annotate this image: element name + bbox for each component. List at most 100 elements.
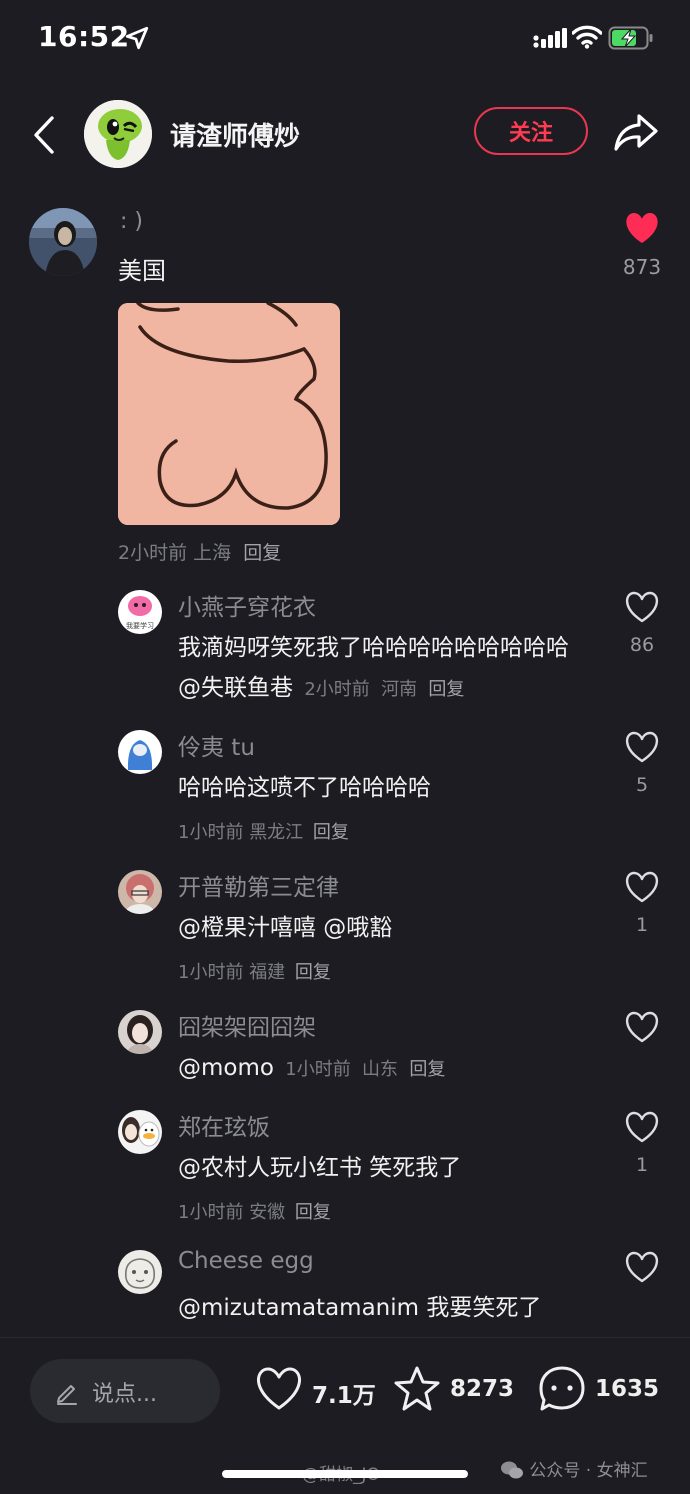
reply-location: 福建 bbox=[249, 962, 286, 983]
cellular-signal-icon bbox=[533, 28, 567, 48]
mention-link[interactable]: @失联鱼巷 bbox=[178, 675, 293, 701]
reply-time: 2小时前 bbox=[304, 679, 370, 700]
reply-username[interactable]: Cheese egg bbox=[178, 1248, 314, 1274]
reply-avatar[interactable] bbox=[118, 730, 162, 774]
person-photo-icon bbox=[29, 208, 97, 276]
reply-time: 1小时前 bbox=[178, 962, 244, 983]
comment-time: 2小时前 bbox=[118, 542, 188, 564]
heart-outline-icon[interactable] bbox=[624, 1110, 660, 1144]
status-time: 16:52 bbox=[38, 20, 130, 53]
reply-text: 我滴妈呀笑死我了哈哈哈哈哈哈哈哈哈 bbox=[178, 635, 569, 661]
like-total: 7.1万 bbox=[312, 1383, 376, 1409]
author-avatar[interactable] bbox=[84, 100, 152, 168]
reply-like-count: 1 bbox=[635, 914, 649, 936]
reply-location: 黑龙江 bbox=[249, 822, 304, 843]
wechat-icon bbox=[501, 1461, 523, 1479]
girl-photo-avatar-icon bbox=[118, 1010, 162, 1054]
comment-location: 上海 bbox=[193, 542, 232, 564]
reply-text: @农村人玩小红书 笑死我了 bbox=[178, 1155, 462, 1181]
reply-button[interactable]: 回复 bbox=[295, 962, 331, 983]
heart-outline-icon[interactable] bbox=[624, 730, 660, 764]
reply-location: 安徽 bbox=[249, 1202, 286, 1223]
reply-button[interactable]: 回复 bbox=[428, 679, 464, 700]
reply-username[interactable]: 伶夷 tu bbox=[178, 728, 255, 762]
comment-image[interactable] bbox=[118, 303, 340, 525]
mention-link[interactable]: @momo bbox=[178, 1055, 274, 1081]
reply-text-block: @农村人玩小红书 笑死我了 bbox=[178, 1148, 583, 1188]
star-outline-icon bbox=[394, 1366, 440, 1411]
comment-input[interactable]: 说点... bbox=[30, 1359, 220, 1423]
home-indicator[interactable] bbox=[222, 1470, 468, 1478]
wechat-watermark-text: 公众号 · 女神汇 bbox=[529, 1461, 648, 1481]
post-header: 请渣师傅炒 关注 bbox=[0, 90, 690, 180]
app-screen: 16:52 请渣师傅炒 关注:) 美国 873 2小时前 上海 回复 我要学… bbox=[0, 0, 690, 1494]
favorite-action[interactable]: 8273 bbox=[392, 1364, 522, 1418]
comment-text: 美国 bbox=[118, 257, 166, 285]
heart-outline-icon[interactable] bbox=[624, 590, 660, 624]
reply-avatar[interactable] bbox=[118, 870, 162, 914]
commenter-avatar[interactable] bbox=[29, 208, 97, 276]
reply-button[interactable]: 回复 bbox=[313, 822, 349, 843]
reply-text-block: @mizutamatamanim 我要笑死了 bbox=[178, 1288, 598, 1328]
like-count: 873 bbox=[622, 255, 662, 279]
reply-like-count: 86 bbox=[629, 634, 655, 656]
reply-avatar[interactable] bbox=[118, 1010, 162, 1054]
heart-outline-icon[interactable] bbox=[624, 870, 660, 904]
heart-outline-icon[interactable] bbox=[624, 1250, 660, 1284]
battery-charging-icon bbox=[608, 26, 653, 50]
reply-text: 哈哈哈这喷不了哈哈哈哈 bbox=[178, 775, 431, 801]
back-arrow-icon[interactable] bbox=[28, 112, 64, 158]
wifi-icon bbox=[572, 25, 602, 49]
reply-location: 山东 bbox=[362, 1059, 399, 1080]
share-icon[interactable] bbox=[612, 110, 660, 154]
reply-like-count: 1 bbox=[635, 1154, 649, 1176]
reply-location: 河南 bbox=[381, 679, 418, 700]
reply-text-block: @momo 1小时前 山东 回复 bbox=[178, 1048, 583, 1090]
location-arrow-icon bbox=[125, 26, 149, 50]
reply-username[interactable]: 囧架架囧囧架 bbox=[178, 1008, 316, 1042]
favorite-total: 8273 bbox=[450, 1376, 515, 1402]
heart-filled-icon[interactable] bbox=[624, 211, 660, 245]
reply-time: 1小时前 bbox=[178, 822, 244, 843]
reply-button[interactable]: 回复 bbox=[409, 1059, 445, 1080]
reply-text: @橙果汁嘻嘻 @哦豁 bbox=[178, 915, 393, 941]
heart-outline-icon bbox=[257, 1367, 301, 1410]
wechat-watermark: 公众号 · 女神汇 bbox=[500, 1456, 648, 1481]
reply-text-block: 哈哈哈这喷不了哈哈哈哈 bbox=[178, 768, 583, 808]
reply-button[interactable]: 回复 bbox=[243, 542, 281, 564]
girl-and-duck-avatar-icon bbox=[118, 1110, 162, 1154]
heart-outline-icon[interactable] bbox=[624, 1010, 660, 1044]
reply-avatar[interactable]: 我要学习 bbox=[118, 590, 162, 634]
reply-text-block: 我滴妈呀笑死我了哈哈哈哈哈哈哈哈哈 @失联鱼巷 2小时前 河南 回复 bbox=[178, 628, 583, 710]
author-name[interactable]: 请渣师傅炒 bbox=[170, 116, 300, 153]
reply-meta: 1小时前 安徽 回复 bbox=[178, 1198, 331, 1224]
alien-avatar-icon bbox=[84, 100, 152, 168]
input-placeholder: 说点... bbox=[92, 1382, 157, 1407]
bottom-action-bar: 说点... 7.1万 8273 1635 @甜椒_JO bbox=[0, 1337, 690, 1494]
sketch-cat-avatar-icon bbox=[118, 1250, 162, 1294]
reply-username[interactable]: 开普勒第三定律 bbox=[178, 868, 339, 902]
reply-avatar[interactable] bbox=[118, 1250, 162, 1294]
follow-button[interactable]: 关注 bbox=[474, 107, 588, 155]
like-action[interactable]: 7.1万 bbox=[254, 1364, 376, 1418]
reply-username[interactable]: 小燕子穿花衣 bbox=[178, 588, 316, 622]
status-bar: 16:52 bbox=[0, 0, 690, 76]
reply-like-count: 5 bbox=[635, 774, 649, 796]
pencil-icon bbox=[57, 1385, 77, 1405]
comment-bubble-icon bbox=[539, 1366, 585, 1411]
avatar-caption: 我要学习 bbox=[126, 622, 154, 630]
commenter-username[interactable]: : ) bbox=[120, 209, 143, 234]
reply-meta: 1小时前 黑龙江 回复 bbox=[178, 818, 349, 844]
girl-glasses-avatar-icon bbox=[118, 870, 162, 914]
reply-text-block: @橙果汁嘻嘻 @哦豁 bbox=[178, 908, 583, 948]
comment-meta: 2小时前 上海 回复 bbox=[118, 538, 281, 565]
cartoon-chin-sketch bbox=[118, 303, 340, 525]
reply-meta: 1小时前 福建 回复 bbox=[178, 958, 331, 984]
blue-hoodie-avatar-icon bbox=[118, 730, 162, 774]
reply-text: @mizutamatamanim 我要笑死了 bbox=[178, 1295, 542, 1321]
reply-avatar[interactable] bbox=[118, 1110, 162, 1154]
reply-button[interactable]: 回复 bbox=[295, 1202, 331, 1223]
comment-action[interactable]: 1635 bbox=[537, 1364, 667, 1418]
comment-total: 1635 bbox=[595, 1376, 660, 1402]
reply-username[interactable]: 郑在玹饭 bbox=[178, 1108, 270, 1142]
